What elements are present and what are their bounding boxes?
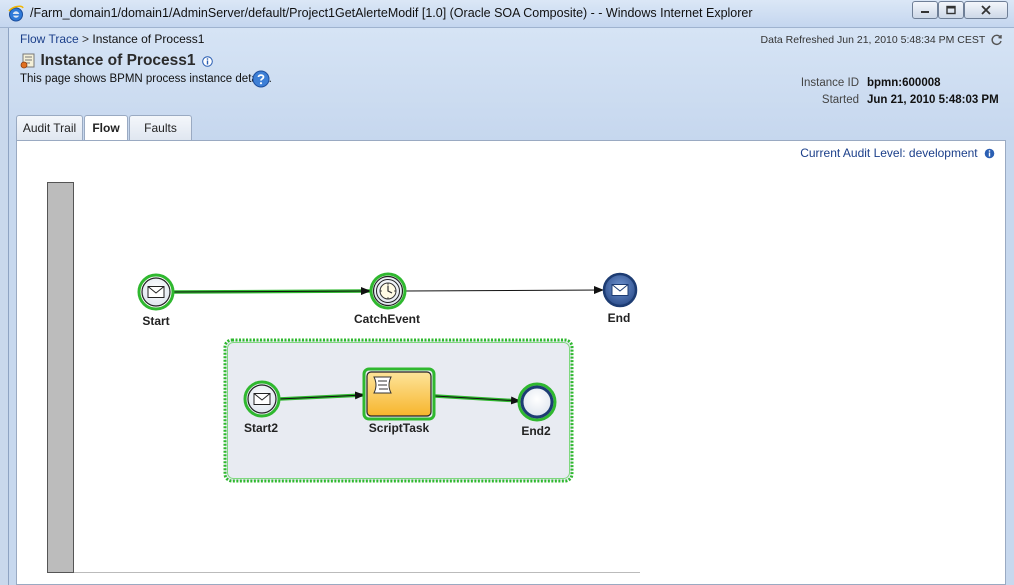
node-end2[interactable]	[517, 382, 557, 422]
clock-icon	[379, 282, 397, 300]
help-icon[interactable]	[252, 70, 270, 88]
close-button[interactable]	[964, 1, 1008, 19]
page-header: Flow Trace > Instance of Process1 Data R…	[9, 28, 1014, 142]
breadcrumb-flow-trace-link[interactable]: Flow Trace	[20, 32, 79, 46]
process-instance-icon	[20, 53, 35, 69]
started-value: Jun 21, 2010 5:48:03 PM	[867, 93, 999, 106]
instance-id-label: Instance ID	[800, 76, 859, 89]
data-refreshed-text: Data Refreshed Jun 21, 2010 5:48:34 PM C…	[760, 34, 986, 46]
minimize-icon	[921, 11, 929, 13]
envelope-icon	[147, 286, 165, 298]
tab-flow[interactable]: Flow	[84, 115, 128, 142]
node-start2-label: Start2	[244, 421, 278, 435]
node-end[interactable]	[602, 272, 638, 308]
node-end-label: End	[608, 311, 631, 325]
script-icon	[373, 376, 392, 394]
node-catchevent-label: CatchEvent	[354, 312, 420, 326]
maximize-icon	[946, 5, 956, 15]
info-icon[interactable]	[202, 55, 213, 67]
ie-logo-icon	[8, 5, 24, 22]
breadcrumb-current: Instance of Process1	[92, 32, 205, 46]
breadcrumb-separator: >	[82, 32, 90, 46]
page-title: Instance of Process1	[40, 52, 196, 69]
maximize-button[interactable]	[938, 1, 964, 19]
window-title-bar: /Farm_domain1/domain1/AdminServer/defaul…	[0, 0, 1014, 28]
envelope-icon	[253, 393, 271, 405]
started-row: Started Jun 21, 2010 5:48:03 PM	[801, 91, 1001, 108]
node-start2[interactable]	[243, 380, 281, 418]
window-title: /Farm_domain1/domain1/AdminServer/defaul…	[30, 6, 753, 20]
instance-info: Instance ID bpmn:600008 Started Jun 21, …	[801, 74, 1001, 108]
tab-audit-trail[interactable]: Audit Trail	[16, 115, 83, 141]
bpmn-diagram: Start CatchEvent End Start2 ScriptTask E…	[137, 272, 638, 483]
instance-id-row: Instance ID bpmn:600008	[801, 74, 1001, 91]
node-start[interactable]	[137, 273, 175, 311]
refresh-icon[interactable]	[990, 33, 1003, 46]
instance-id-value: bpmn:600008	[867, 76, 941, 89]
node-end2-label: End2	[521, 424, 551, 438]
started-label: Started	[821, 93, 859, 106]
flow-panel: Current Audit Level: development Start C…	[16, 140, 1006, 585]
data-refreshed: Data Refreshed Jun 21, 2010 5:48:34 PM C…	[761, 33, 1003, 46]
node-scripttask-label: ScriptTask	[369, 421, 430, 435]
envelope-icon	[611, 284, 629, 296]
node-start-label: Start	[142, 314, 169, 328]
flow-catchevent-to-end	[404, 286, 604, 295]
page-content: Flow Trace > Instance of Process1 Data R…	[8, 28, 1014, 585]
page-description: This page shows BPMN process instance de…	[20, 73, 272, 85]
node-catchevent[interactable]	[369, 272, 407, 310]
close-icon	[981, 5, 991, 15]
node-scripttask[interactable]	[362, 367, 436, 421]
breadcrumb: Flow Trace > Instance of Process1	[20, 32, 204, 46]
page-title-row: Instance of Process1	[20, 52, 213, 72]
tab-faults[interactable]: Faults	[129, 115, 192, 141]
minimize-button[interactable]	[912, 1, 938, 19]
